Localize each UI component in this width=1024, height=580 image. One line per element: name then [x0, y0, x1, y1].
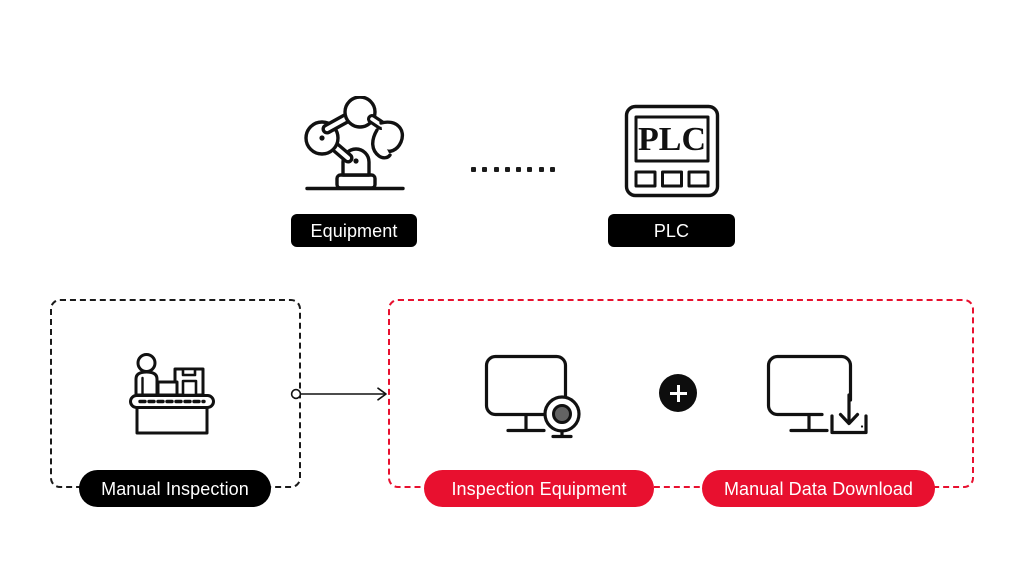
plc-screen-text: PLC: [638, 121, 706, 158]
manual-data-download-label: Manual Data Download: [723, 478, 914, 499]
plc-controller-icon: PLC: [624, 104, 720, 198]
plus-vertical-bar: [676, 384, 680, 402]
equipment-label: Equipment: [310, 220, 398, 241]
diagram-canvas: Equipment PLC PLC Manual Inspection Insp…: [0, 0, 1024, 580]
manual-data-download-label-chip: Manual Data Download: [702, 470, 935, 507]
inspection-equipment-label: Inspection Equipment: [451, 478, 627, 499]
manual-inspection-icon: [128, 352, 224, 436]
equipment-plc-dotted-connector: [471, 166, 555, 172]
plc-label: PLC: [653, 220, 690, 241]
plc-label-chip: PLC: [608, 214, 735, 247]
monitor-download-icon: [766, 354, 870, 440]
inspection-equipment-label-chip: Inspection Equipment: [424, 470, 654, 507]
flow-arrow: [290, 384, 390, 404]
manual-inspection-label-chip: Manual Inspection: [79, 470, 271, 507]
equipment-label-chip: Equipment: [291, 214, 417, 247]
manual-inspection-label: Manual Inspection: [101, 478, 249, 499]
robot-arm-icon: [297, 96, 413, 196]
monitor-camera-icon: [484, 354, 588, 440]
plus-badge: [659, 374, 697, 412]
